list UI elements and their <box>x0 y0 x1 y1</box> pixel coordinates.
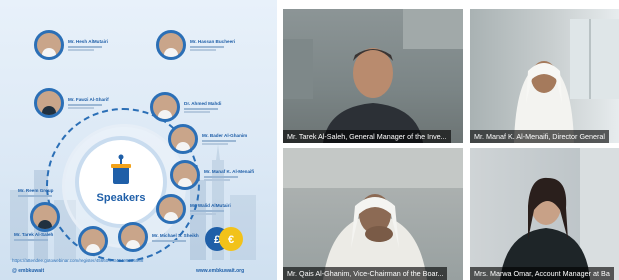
participant-video <box>283 148 463 280</box>
participant-video <box>283 9 463 143</box>
speaker-photo <box>34 30 64 60</box>
speaker-card: Mr. Bader Al-Ghanim <box>168 124 247 154</box>
speaker-photo <box>150 92 180 122</box>
speaker-name: Dr. Ahmed Mahdi <box>184 100 222 106</box>
participant-video <box>500 148 619 280</box>
participant-name-label: Mr. Qais Al-Ghanim, Vice-Chairman of the… <box>283 267 448 280</box>
speaker-name: Mr. Fawzi Al-Sharif <box>68 96 109 102</box>
speaker-name: Mr. Michael S. Sheikh <box>152 232 199 238</box>
speaker-card: Mr. Hesh AlMutairi <box>34 30 108 60</box>
speaker-card: Mr. Tarek Al-Saleh <box>14 232 53 241</box>
speaker-photo <box>118 222 148 252</box>
participant-tile[interactable]: Mrs. Marwa Omar, Account Manager at Ba <box>470 148 619 280</box>
video-call-gallery: Mr. Tarek Al-Saleh, General Manager of t… <box>283 0 619 280</box>
speaker-photo <box>30 202 60 232</box>
social-handle: @ embkuwait <box>12 268 45 274</box>
speaker-card: Mr. Walid AlMutairi <box>156 194 231 224</box>
speaker-name: Mr. Bader Al-Ghanim <box>202 132 248 138</box>
speaker-photo <box>78 226 108 256</box>
speaker-photo <box>156 194 186 224</box>
speakers-badge: Speakers <box>79 140 163 224</box>
podium-icon <box>111 154 131 184</box>
speaker-card: Mr. Michael S. Sheikh <box>118 222 199 252</box>
svg-text:€: € <box>228 234 234 246</box>
speaker-photo <box>156 30 186 60</box>
participant-tile[interactable]: Mr. Manaf K. Al-Menaifi, Director Genera… <box>470 9 619 143</box>
speaker-name: Mr. Hesh AlMutairi <box>68 38 108 44</box>
speaker-photo <box>170 160 200 190</box>
speaker-card <box>30 202 60 232</box>
speaker-name: Mr. Reem Group <box>18 188 54 193</box>
speaker-name: Mr. Walid AlMutairi <box>190 202 231 208</box>
speaker-card: Mr. Reem Group <box>18 188 53 197</box>
website-link[interactable]: www.embkuwait.org <box>196 268 244 274</box>
speaker-card: Mr. Hassan Bucheeri <box>156 30 235 60</box>
speaker-card <box>78 226 108 256</box>
participant-name-label: Mrs. Marwa Omar, Account Manager at Ba <box>470 267 614 280</box>
speakers-poster: Speakers Mr. Hesh AlMutairi Mr. Hassan B… <box>0 0 277 280</box>
speaker-card: Mr. Manaf K. Al-Menaifi <box>170 160 254 190</box>
svg-text:£: £ <box>214 234 220 246</box>
currency-exchange-logo: £ € <box>205 227 243 251</box>
speaker-name: Mr. Tarek Al-Saleh <box>14 232 54 237</box>
speaker-card: Dr. Ahmed Mahdi <box>150 92 221 122</box>
participant-tile[interactable]: Mr. Tarek Al-Saleh, General Manager of t… <box>283 9 463 143</box>
speaker-card: Mr. Fawzi Al-Sharif <box>34 88 109 118</box>
participant-name-label: Mr. Tarek Al-Saleh, General Manager of t… <box>283 130 451 143</box>
participant-name-label: Mr. Manaf K. Al-Menaifi, Director Genera… <box>470 130 610 143</box>
registration-url[interactable]: https://attendee.gotowebinar.com/registe… <box>12 258 143 263</box>
speaker-photo <box>34 88 64 118</box>
participant-tile[interactable]: Mr. Qais Al-Ghanim, Vice-Chairman of the… <box>283 148 463 280</box>
participant-video <box>514 19 619 143</box>
speaker-photo <box>168 124 198 154</box>
speakers-label: Speakers <box>96 192 146 204</box>
speaker-name: Mr. Manaf K. Al-Menaifi <box>204 168 255 174</box>
speaker-name: Mr. Hassan Bucheeri <box>190 38 236 44</box>
